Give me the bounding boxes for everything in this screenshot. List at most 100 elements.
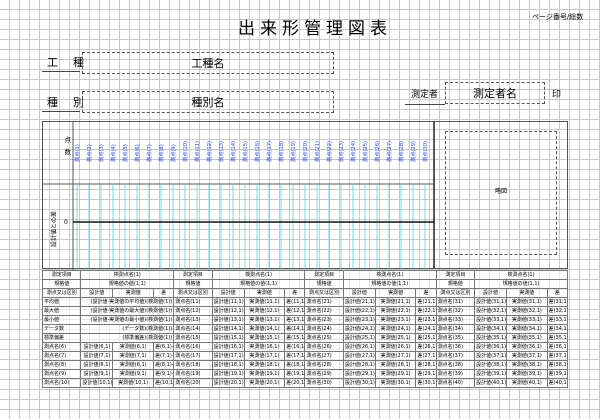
x-tick-label: 測点(23) [337, 141, 345, 162]
header-cell: 設計値 [80, 288, 114, 298]
sokuteisha-field[interactable]: 測定者名 [445, 82, 545, 104]
x-tick-label: 測点(22) [325, 141, 333, 162]
design-cell: 設計値(18,1) [211, 360, 245, 370]
x-tick-label: 測点(27) [385, 141, 393, 162]
stat-value: (設計値-実測値の最小値)(検測値(1)) [80, 315, 175, 325]
measured-cell: 実測値(27,1) [374, 351, 417, 361]
stat-value: (標準偏差)(検測値(1)) [80, 333, 175, 343]
design-cell: 設計値(12,1) [211, 306, 245, 316]
measured-cell: 実測値(32,1) [506, 306, 548, 316]
measured-cell: 実測値(29,1) [374, 369, 417, 379]
table-row: 最小値 (設計値-実測値の最小値)(検測値(1)) 測点名(13) 設計値(13,1)… [41, 315, 569, 325]
x-tick-label: 測点(24) [349, 141, 357, 162]
station-cell: 測点名(27) [304, 351, 344, 361]
diff-cell: 差(30,1)-1 [415, 378, 437, 388]
x-tick-label: 測点(25) [361, 141, 369, 162]
zero-tick-label: 0 [64, 219, 68, 226]
x-tick-label: 測点(28) [397, 141, 405, 162]
measured-cell: 実測値(30,1) [374, 378, 417, 388]
diff-cell: 差(36,1)-1 [546, 342, 569, 352]
x-tick-label: 測点(4) [109, 144, 117, 162]
measured-cell: 実測値(25,1) [374, 333, 417, 343]
measured-cell: 実測値(18,1) [243, 360, 286, 370]
station-cell: 測点名(39) [435, 369, 476, 379]
table-row: 測点名(8)設計値(8,1)実測値(8,1)差(8,1)-1測点名(18)設計値… [41, 360, 569, 370]
design-cell: 設計値(39,1) [474, 369, 508, 379]
measured-cell: 実測値(34,1) [506, 324, 548, 334]
station-cell: 測点名(25) [304, 333, 344, 343]
header-cell: 規格値 [304, 279, 344, 289]
design-cell: 設計値(33,1) [474, 315, 508, 325]
diff-cell: 差(38,1)-1 [546, 360, 569, 370]
station-cell: 測点名(34) [435, 324, 476, 334]
measured-cell: 実測値(11,1) [243, 297, 286, 307]
diff-cell: 差(28,1)-1 [415, 360, 437, 370]
station-cell: 測点名(30) [304, 378, 344, 388]
diff-cell: 差(32,1)-1 [546, 306, 569, 316]
header-cell: 検測点名(1) [474, 270, 568, 280]
station-cell: 測点名(13) [173, 315, 213, 325]
station-cell: 測点名(15) [173, 333, 213, 343]
design-cell: 設計値(38,1) [474, 360, 508, 370]
measured-cell: 実測値(8,1) [112, 360, 154, 370]
station-cell: 測点名(24) [304, 324, 344, 334]
measured-cell: 実測値(10,1) [112, 378, 154, 388]
design-cell: 設計値(27,1) [342, 351, 376, 361]
sheet: ページ番号/総数 出来形管理図表 工 種 工種名 種 別 種別名 測定者 測定者… [0, 0, 600, 419]
shubetsu-field[interactable]: 種別名 [82, 91, 334, 113]
x-tick-label: 測点(14) [229, 141, 237, 162]
header-cell: 実測値 [112, 288, 154, 298]
design-cell: 設計値(28,1) [342, 360, 376, 370]
sketch-area[interactable]: 略図 [445, 131, 557, 255]
measured-cell: 実測値(12,1) [243, 306, 286, 316]
measured-cell: 実測値(31,1) [506, 297, 548, 307]
header-cell: 差 [546, 288, 569, 298]
station-cell: 測点名(7) [41, 351, 82, 361]
measured-cell: 実測値(24,1) [374, 324, 417, 334]
header-cell: 検測点名(1) [342, 270, 437, 280]
koshu-field[interactable]: 工種名 [82, 52, 334, 74]
measurement-table: 測定項目 検測点名(1) 測定項目 検測点名(1) 測定項目 検測点名(1) 測定項目 検測点… [41, 270, 569, 388]
table-row: データ数 (データ数)(検測値(1)) 測点名(14) 設計値(14,1) 実測値(14… [41, 324, 569, 334]
header-cell: 検測点名(1) [80, 270, 175, 280]
header-cell: 測定項目 [173, 270, 213, 280]
table-row: 測点名(9)設計値(9,1)実測値(9,1)差(9,1)-1測点名(19)設計値… [41, 369, 569, 379]
design-cell: 設計値(13,1) [211, 315, 245, 325]
sokuteisha-label: 測定者 [411, 90, 439, 100]
header-cell: 規格値の値(1,1) [80, 279, 175, 289]
header-cell: 測定項目 [304, 270, 344, 280]
x-tick-label: 測点(6) [133, 144, 141, 162]
stat-label: 最大値 [41, 306, 82, 316]
shubetsu-underline [42, 111, 80, 112]
table-row: 測点名(7)設計値(7,1)実測値(7,1)差(7,1)-1測点名(17)設計値… [41, 351, 569, 361]
x-tick-label: 測点(2) [85, 144, 93, 162]
measured-cell: 実測値(6,1) [112, 342, 154, 352]
station-cell: 測点名(9) [41, 369, 82, 379]
station-cell: 測点名(40) [435, 378, 476, 388]
station-cell: 測点名(36) [435, 342, 476, 352]
diff-cell: 差(20,1)-1 [284, 378, 306, 388]
station-cell: 測点名(10) [41, 378, 82, 388]
header-cell: 規格値の値(1,1) [474, 279, 568, 289]
diff-cell: 差(40,1)-1 [546, 378, 569, 388]
header-row: 測点又は区別 設計値 実測値差測点又は区別 設計値 実測値差測点又は区別 設計値 実測値差測… [41, 288, 569, 298]
diff-cell: 差(39,1)-1 [546, 369, 569, 379]
station-cell: 測点名(23) [304, 315, 344, 325]
measured-cell: 実測値(21,1) [374, 297, 417, 307]
header-row: 測定項目 検測点名(1) 測定項目 検測点名(1) 測定項目 検測点名(1) 測定項目 検測点… [41, 270, 568, 280]
measured-cell: 実測値(40,1) [506, 378, 548, 388]
station-cell: 測点名(16) [173, 342, 213, 352]
diff-cell: 差(34,1)-1 [546, 324, 569, 334]
x-tick-label: 測点(21) [313, 141, 321, 162]
diff-cell: 差(26,1)-1 [415, 342, 437, 352]
station-cell: 測点名(19) [173, 369, 213, 379]
table-row: 測点名(6)設計値(6,1)実測値(6,1)差(6,1)-1測点名(16)設計値… [41, 342, 569, 352]
header-cell: 設計値 [211, 288, 245, 298]
x-tick-label: 測点(18) [277, 141, 285, 162]
table-row: 最大値 (設計値-実測値の最大値)(検測値(1)) 測点名(12) 設計値(12,1)… [41, 306, 569, 316]
header-cell: 規格値 [173, 279, 213, 289]
x-tick-label: 測点(20) [301, 141, 309, 162]
header-cell: 実測値 [506, 288, 548, 298]
station-cell: 測点名(38) [435, 360, 476, 370]
measured-cell: 実測値(9,1) [112, 369, 154, 379]
